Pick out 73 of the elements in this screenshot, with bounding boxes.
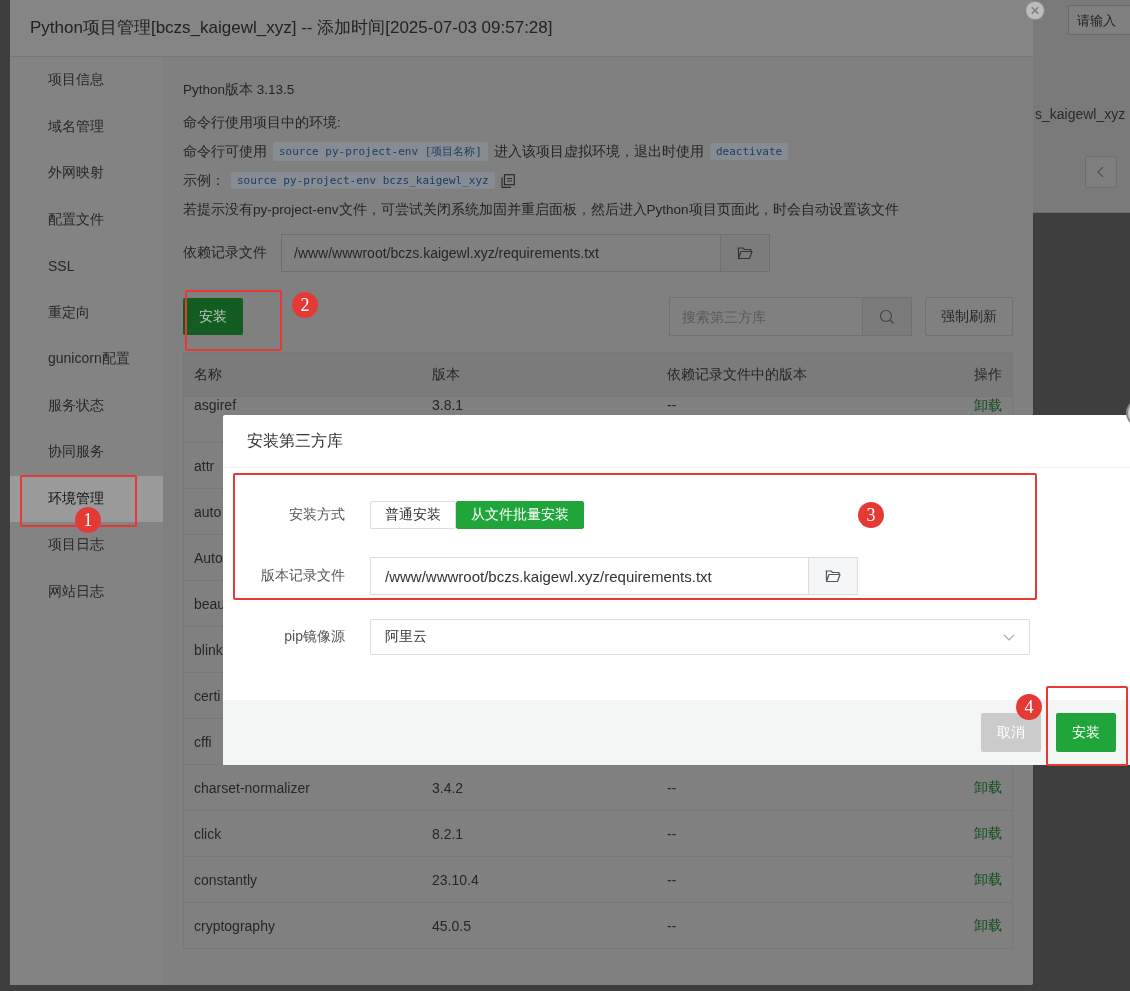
- table-cell: auto: [194, 503, 222, 520]
- table-cell: 45.0.5: [432, 917, 471, 934]
- install-button[interactable]: 安装: [1056, 713, 1116, 752]
- table-cell: --: [667, 779, 677, 796]
- column-header: 依赖记录文件中的版本: [667, 365, 808, 384]
- mode-option[interactable]: 普通安装: [370, 501, 456, 529]
- chevron-down-icon: [1003, 633, 1015, 641]
- project-name: s_kaigewl_xyz: [1035, 106, 1126, 122]
- table-cell: certi: [194, 687, 221, 704]
- column-header: 版本: [432, 365, 461, 384]
- field-label: 版本记录文件: [261, 567, 345, 585]
- env-heading: 命令行使用项目中的环境:: [183, 113, 341, 132]
- table-cell: --: [667, 397, 677, 414]
- uninstall-link[interactable]: 卸载: [974, 916, 1002, 935]
- field-label: pip镜像源: [284, 628, 345, 646]
- table-cell: blink: [194, 641, 223, 658]
- sidebar-item[interactable]: 服务状态: [10, 393, 163, 418]
- copy-icon[interactable]: [500, 173, 515, 188]
- sidebar-item[interactable]: 重定向: [10, 300, 163, 325]
- search-field[interactable]: 请输入: [1068, 5, 1130, 35]
- code-snippet: source py-project-env [项目名称]: [273, 142, 488, 161]
- uninstall-link[interactable]: 卸载: [974, 778, 1002, 797]
- sidebar-item[interactable]: 项目日志: [10, 533, 163, 558]
- uninstall-link[interactable]: 卸载: [974, 824, 1002, 843]
- search-icon: [879, 308, 895, 325]
- sidebar-item[interactable]: 外网映射: [10, 161, 163, 186]
- dialog-title: 安装第三方库: [247, 430, 343, 451]
- note-text: 若提示没有py-project-env文件，可尝试关闭系统加固并重启面板，然后进入Python项目页面此，时会自动设置该文件: [183, 200, 899, 219]
- table-cell: --: [667, 871, 677, 888]
- usage-text: 命令行可使用: [183, 142, 267, 161]
- sidebar-item[interactable]: 项目信息: [10, 68, 163, 93]
- table-cell: cryptography: [194, 917, 275, 934]
- code-snippet: source py-project-env bczs_kaigewl_xyz: [231, 172, 495, 189]
- code-snippet: deactivate: [709, 143, 789, 160]
- table-cell: asgiref: [194, 397, 237, 414]
- folder-icon: [825, 569, 841, 583]
- column-header: 操作: [974, 365, 1002, 384]
- browse-button[interactable]: [720, 234, 770, 272]
- install-button[interactable]: 安装: [183, 298, 243, 335]
- table-cell: 3.8.1: [432, 397, 464, 414]
- table-cell: attr: [194, 457, 215, 474]
- table-cell: --: [667, 917, 677, 934]
- sidebar-item[interactable]: 配置文件: [10, 207, 163, 232]
- field-label: 安装方式: [289, 506, 345, 524]
- sidebar-item[interactable]: 网站日志: [10, 579, 163, 604]
- uninstall-link[interactable]: 卸载: [974, 870, 1002, 889]
- window-title: Python项目管理[bczs_kaigewl_xyz] -- 添加时间[2025-07-03 09:57:28]: [30, 16, 553, 39]
- uninstall-link[interactable]: 卸载: [974, 397, 1002, 414]
- mode-option[interactable]: 从文件批量安装: [456, 501, 584, 529]
- table-cell: cffi: [194, 733, 212, 750]
- table-cell: charset-normalizer: [194, 779, 310, 796]
- file-path-field[interactable]: /www/wwwroot/bczs.kaigewl.xyz/requirements.txt: [370, 557, 808, 595]
- python-version: Python版本 3.13.5: [183, 80, 295, 99]
- chevron-left-icon: [1097, 166, 1105, 178]
- column-header: 名称: [194, 365, 223, 384]
- table-cell: Auto: [194, 549, 223, 566]
- table-cell: 23.10.4: [432, 871, 479, 888]
- sidebar-item[interactable]: 域名管理: [10, 114, 163, 139]
- field-label: 依赖记录文件: [183, 244, 267, 262]
- file-path-field[interactable]: /www/wwwroot/bczs.kaigewl.xyz/requirements.txt: [281, 234, 720, 272]
- table-cell: constantly: [194, 871, 258, 888]
- sidebar-item[interactable]: SSL: [10, 254, 163, 279]
- sidebar-item[interactable]: gunicorn配置: [10, 347, 163, 372]
- usage-text: 进入该项目虚拟环境，退出时使用: [493, 142, 704, 161]
- example-label: 示例：: [183, 171, 225, 190]
- refresh-button[interactable]: 强制刷新: [925, 297, 1013, 336]
- table-cell: click: [194, 825, 222, 842]
- table-cell: 8.2.1: [432, 825, 464, 842]
- mirror-select[interactable]: 阿里云: [370, 619, 1030, 655]
- table-cell: --: [667, 825, 677, 842]
- folder-icon: [737, 246, 753, 260]
- table-cell: 3.4.2: [432, 779, 464, 796]
- sidebar-item[interactable]: 协同服务: [10, 440, 163, 465]
